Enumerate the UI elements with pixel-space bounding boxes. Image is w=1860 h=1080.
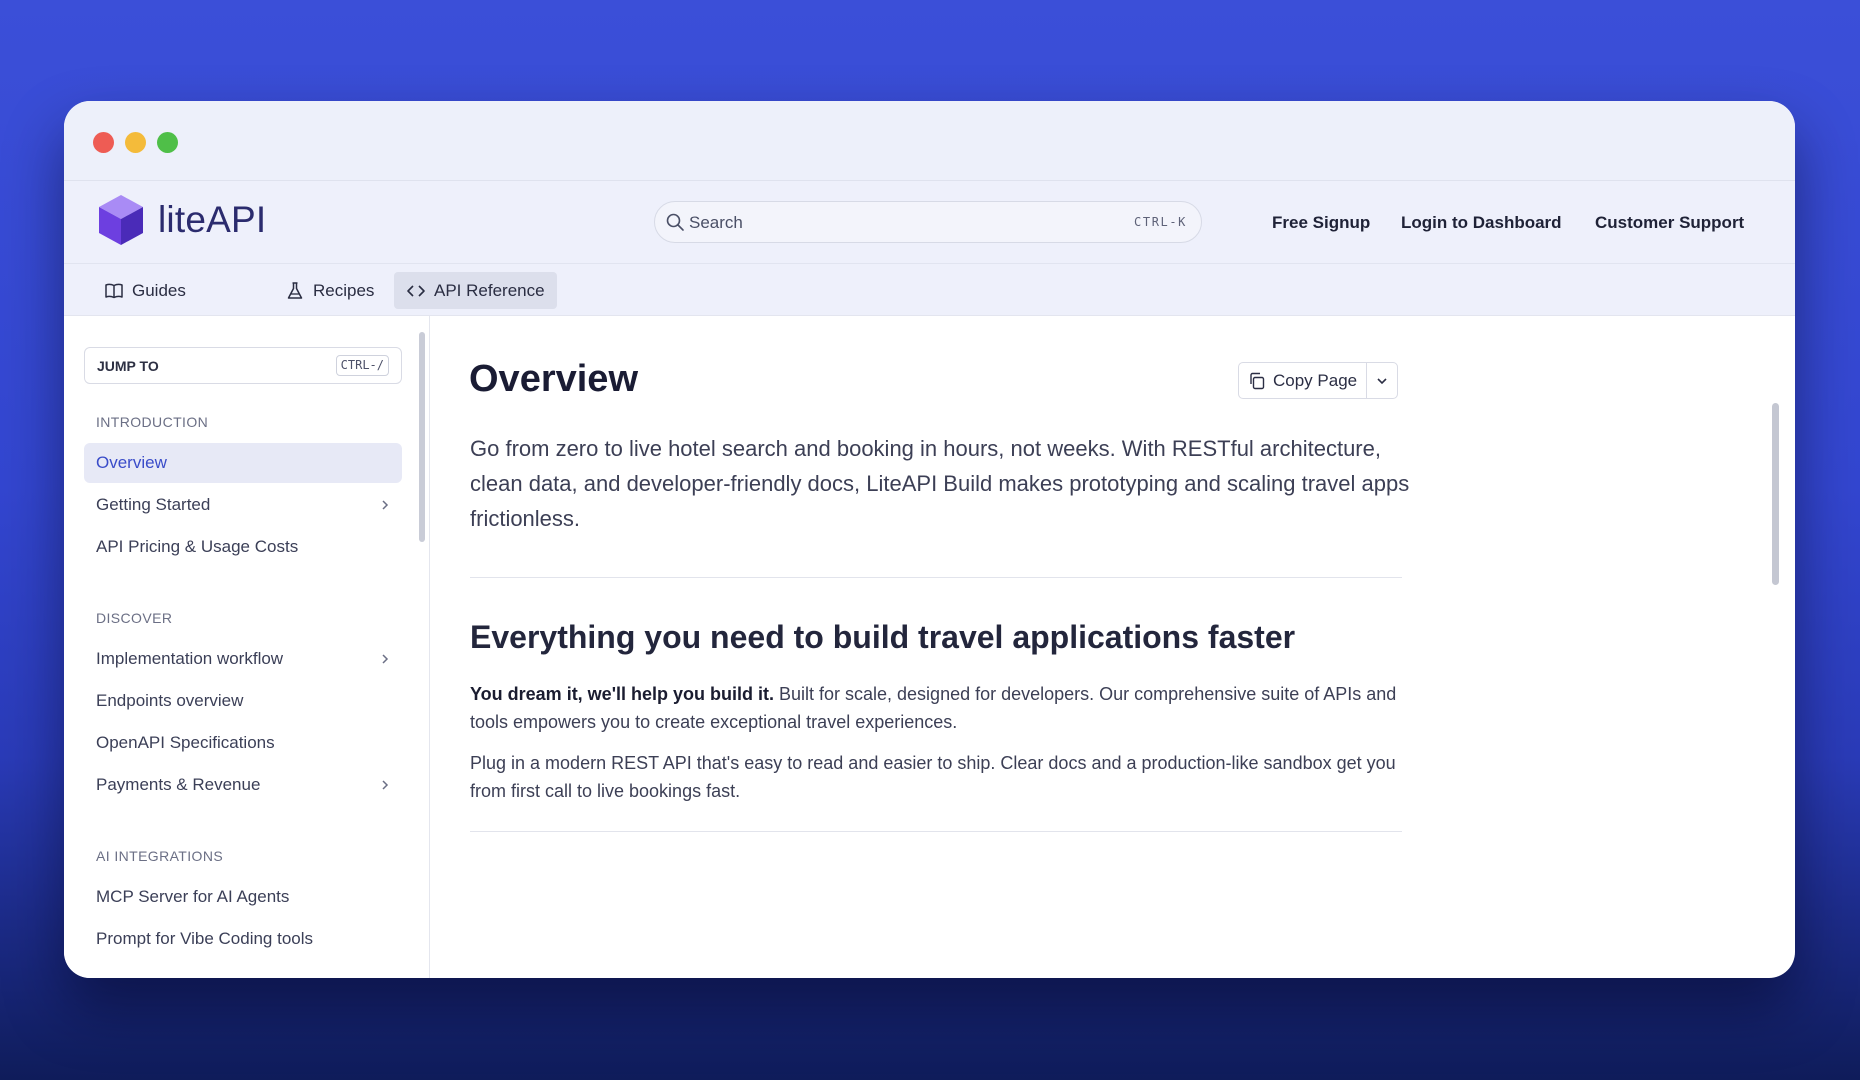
tab-guides-label: Guides bbox=[132, 280, 186, 300]
sidebar-item-label: MCP Server for AI Agents bbox=[96, 887, 290, 906]
sidebar-item-prompt-vibe-coding[interactable]: Prompt for Vibe Coding tools bbox=[84, 919, 402, 959]
tab-recipes[interactable]: Recipes bbox=[273, 272, 386, 309]
sidebar-item-label: Prompt for Vibe Coding tools bbox=[96, 929, 314, 948]
browser-window: liteAPI Search CTRL-K Free Signup Login … bbox=[64, 101, 1795, 978]
free-signup-link[interactable]: Free Signup bbox=[1272, 213, 1370, 233]
sidebar-item-getting-started[interactable]: Getting Started bbox=[84, 485, 402, 525]
sidebar-item-label: Implementation workflow bbox=[96, 649, 284, 668]
search-shortcut: CTRL-K bbox=[1134, 215, 1187, 229]
intro-paragraph-bold: You dream it, we'll help you build it. bbox=[470, 684, 774, 704]
main-scrollbar[interactable] bbox=[1772, 403, 1779, 585]
tab-guides[interactable]: Guides bbox=[92, 272, 198, 309]
sidebar-item-implementation-workflow[interactable]: Implementation workflow bbox=[84, 639, 402, 679]
intro-paragraph: You dream it, we'll help you build it. B… bbox=[470, 680, 1405, 736]
sidebar-section-discover: DISCOVER bbox=[96, 610, 173, 626]
sidebar-section-introduction: INTRODUCTION bbox=[96, 414, 209, 430]
chevron-down-icon bbox=[1377, 377, 1387, 384]
sidebar: JUMP TO CTRL-/ INTRODUCTION Overview Get… bbox=[64, 316, 430, 978]
divider bbox=[470, 577, 1402, 578]
section-heading: Everything you need to build travel appl… bbox=[470, 619, 1296, 655]
minimize-window-button[interactable] bbox=[125, 132, 146, 153]
sidebar-item-payments-revenue[interactable]: Payments & Revenue bbox=[84, 765, 402, 805]
code-icon bbox=[407, 284, 425, 297]
sidebar-item-endpoints-overview[interactable]: Endpoints overview bbox=[84, 681, 402, 721]
copy-icon bbox=[1250, 372, 1265, 389]
site-header: liteAPI Search CTRL-K Free Signup Login … bbox=[64, 181, 1795, 264]
search-icon bbox=[666, 213, 684, 231]
close-window-button[interactable] bbox=[93, 132, 114, 153]
sidebar-item-openapi-specifications[interactable]: OpenAPI Specifications bbox=[84, 723, 402, 763]
sidebar-scrollbar[interactable] bbox=[419, 332, 425, 542]
search-placeholder: Search bbox=[689, 213, 743, 232]
tab-api-reference[interactable]: API Reference bbox=[394, 272, 557, 309]
search-input[interactable]: Search CTRL-K bbox=[654, 201, 1202, 243]
copy-page-button[interactable]: Copy Page bbox=[1238, 362, 1367, 399]
tab-api-reference-label: API Reference bbox=[434, 280, 545, 300]
book-icon bbox=[105, 283, 123, 298]
liteapi-logo-icon[interactable] bbox=[97, 193, 145, 247]
sidebar-item-label: Payments & Revenue bbox=[96, 775, 261, 794]
sidebar-section-ai-integrations: AI INTEGRATIONS bbox=[96, 848, 224, 864]
sidebar-item-label: OpenAPI Specifications bbox=[96, 733, 275, 752]
sidebar-item-label: Overview bbox=[96, 453, 167, 472]
copy-page-dropdown-button[interactable] bbox=[1366, 362, 1398, 399]
copy-page-label: Copy Page bbox=[1273, 370, 1358, 390]
sidebar-item-label: Getting Started bbox=[96, 495, 211, 514]
maximize-window-button[interactable] bbox=[157, 132, 178, 153]
page-title: Overview bbox=[469, 358, 638, 400]
sidebar-item-label: Endpoints overview bbox=[96, 691, 244, 710]
lead-paragraph: Go from zero to live hotel search and bo… bbox=[470, 436, 1410, 531]
jump-to-label: JUMP TO bbox=[97, 358, 159, 374]
flask-icon bbox=[287, 281, 303, 299]
sidebar-item-label: API Pricing & Usage Costs bbox=[96, 537, 299, 556]
jump-to-input[interactable]: JUMP TO CTRL-/ bbox=[84, 347, 402, 384]
jump-to-shortcut: CTRL-/ bbox=[335, 355, 389, 376]
section-tabs: Guides Recipes API Reference bbox=[64, 264, 1795, 316]
chevron-right-icon bbox=[382, 780, 389, 790]
rest-api-paragraph: Plug in a modern REST API that's easy to… bbox=[470, 753, 1396, 801]
sidebar-item-mcp-server[interactable]: MCP Server for AI Agents bbox=[84, 877, 402, 917]
tab-recipes-label: Recipes bbox=[313, 280, 375, 300]
divider bbox=[470, 831, 1402, 832]
customer-support-link[interactable]: Customer Support bbox=[1595, 213, 1744, 233]
window-titlebar bbox=[64, 101, 1795, 181]
chevron-right-icon bbox=[382, 654, 389, 664]
sidebar-item-api-pricing[interactable]: API Pricing & Usage Costs bbox=[84, 527, 402, 567]
chevron-right-icon bbox=[382, 500, 389, 510]
brand-name[interactable]: liteAPI bbox=[158, 199, 266, 241]
login-dashboard-link[interactable]: Login to Dashboard bbox=[1401, 213, 1562, 233]
sidebar-item-overview[interactable]: Overview bbox=[84, 443, 402, 483]
